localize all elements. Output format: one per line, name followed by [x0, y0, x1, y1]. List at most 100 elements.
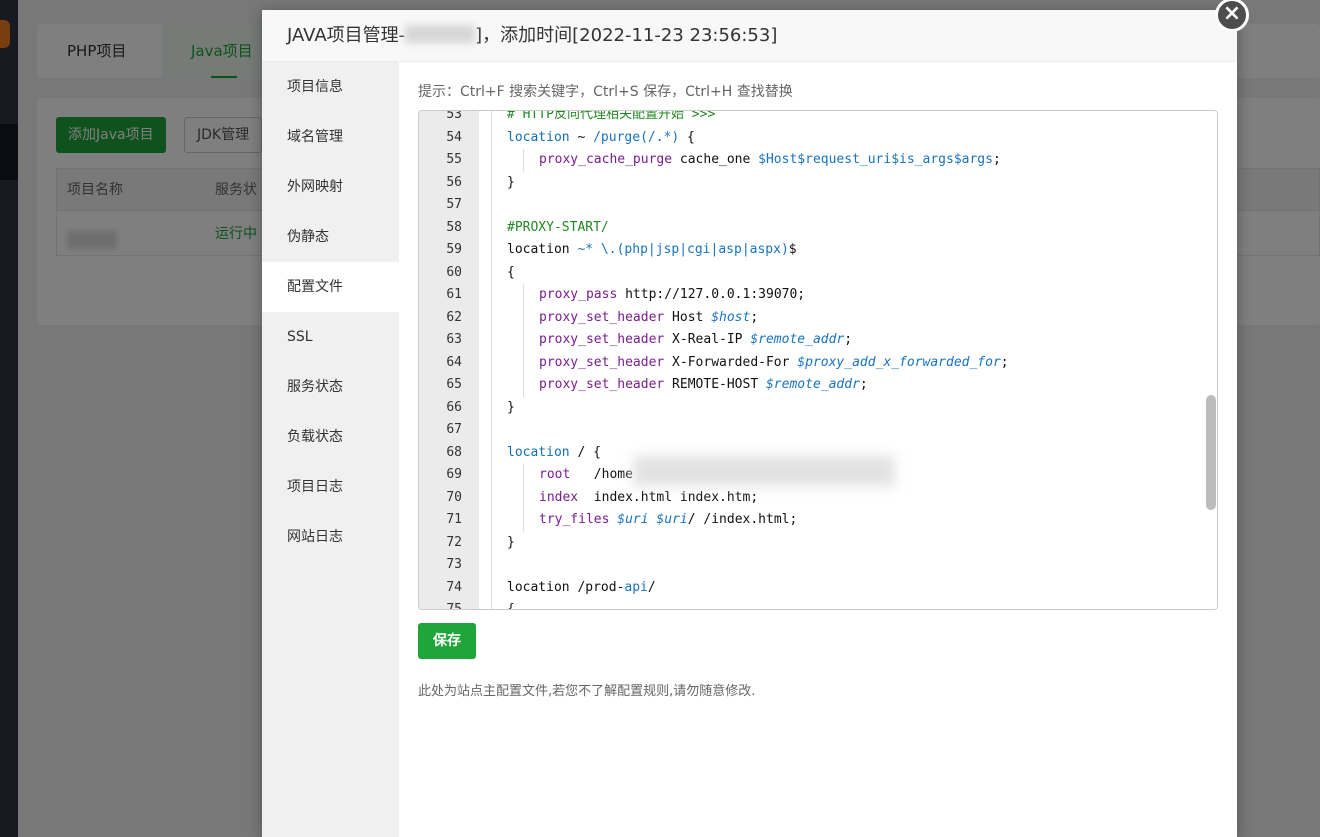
- indent-guide: [491, 126, 492, 149]
- code-line[interactable]: 56}: [419, 171, 1217, 194]
- code-token: # HTTP反向代理相关配置开始 >>>: [507, 110, 716, 122]
- code-line[interactable]: 54 location ~ /purge(/.*) {: [419, 126, 1217, 149]
- code-line[interactable]: 66}: [419, 396, 1217, 420]
- code-token: index.html index.htm;: [578, 489, 759, 505]
- code-line[interactable]: 62 proxy_set_header Host $host;: [419, 306, 1217, 330]
- code-text: index index.html index.htm;: [539, 487, 758, 510]
- code-line[interactable]: 63 proxy_set_header X-Real-IP $remote_add…: [419, 329, 1217, 352]
- code-line[interactable]: 61 proxy_pass http://127.0.0.1:39070;: [419, 284, 1217, 307]
- code-token: ;: [844, 332, 853, 347]
- line-number: 58: [446, 219, 462, 235]
- code-line[interactable]: 60 {: [419, 261, 1217, 285]
- editor-scrollbar[interactable]: [1205, 111, 1217, 609]
- indent-guide: [491, 486, 492, 509]
- nav-config-file[interactable]: 配置文件: [262, 262, 399, 312]
- code-line[interactable]: 72}: [419, 531, 1217, 555]
- code-line[interactable]: 59 location ~* \.(php|jsp|cgi|asp|aspx)$: [419, 239, 1217, 262]
- indent-guide: [491, 374, 492, 397]
- code-text: {: [507, 262, 515, 285]
- code-token: ~* \.(php|jsp|cgi|asp|aspx): [577, 242, 789, 257]
- title-prefix: JAVA项目管理-: [287, 25, 406, 46]
- indent-guide: [491, 419, 492, 442]
- code-text: proxy_set_header X-Forwarded-For $proxy_…: [539, 352, 1009, 375]
- code-token: X-Real-IP: [664, 332, 751, 347]
- code-token: / {: [569, 444, 601, 460]
- project-config-modal: JAVA项目管理-]，添加时间[2022-11-23 23:56:53] × 项…: [262, 0, 1249, 837]
- nav-project-info[interactable]: 项目信息: [262, 62, 399, 112]
- indent-guide: [491, 216, 492, 239]
- line-number: 57: [446, 197, 462, 212]
- code-token: api: [624, 579, 648, 595]
- config-code-editor[interactable]: 53 # HTTP反向代理相关配置开始 >>> 54 location ~ /purg…: [418, 110, 1218, 610]
- title-suffix: ]，添加时间[2022-11-23 23:56:53]: [475, 25, 778, 46]
- code-token: /purge(/.*): [593, 129, 680, 145]
- line-number: 74: [446, 579, 462, 595]
- code-line[interactable]: 58 #PROXY-START/: [419, 216, 1217, 240]
- code-line[interactable]: 65 proxy_set_header REMOTE-HOST $remote_a…: [419, 374, 1217, 397]
- line-number: 72: [446, 534, 462, 550]
- code-text: }: [507, 397, 515, 420]
- code-token: {: [507, 264, 515, 280]
- line-number: 73: [446, 557, 462, 572]
- modal-title: JAVA项目管理- ]，添加时间[2022-11-23 23:56:53]: [287, 10, 777, 62]
- code-token: $proxy_add_x_forwarded_for: [797, 354, 1001, 370]
- nav-domain-manage[interactable]: 域名管理: [262, 112, 399, 162]
- indent-guide: [523, 329, 524, 352]
- code-text: proxy_set_header Host $host;: [539, 307, 758, 330]
- line-number: 75: [446, 602, 462, 610]
- indent-guide: [491, 194, 492, 217]
- nav-ssl[interactable]: SSL: [262, 312, 399, 362]
- code-token: index: [539, 489, 579, 505]
- code-token: $remote_addr: [750, 332, 845, 347]
- code-token: proxy_cache_purge: [539, 152, 673, 167]
- indent-guide: [491, 396, 492, 419]
- code-token: proxy_pass: [539, 287, 618, 302]
- indent-guide: [523, 509, 524, 532]
- indent-guide: [491, 531, 492, 554]
- code-text: proxy_cache_purge cache_one $Host$reques…: [539, 149, 1001, 172]
- modal-nav: 项目信息 域名管理 外网映射 伪静态 配置文件 SSL 服务状态 负载状态 项目…: [262, 62, 399, 837]
- code-line[interactable]: 67: [419, 419, 1217, 442]
- indent-guide: [491, 576, 492, 599]
- code-token: }: [507, 399, 515, 415]
- code-token: }: [507, 534, 515, 550]
- nav-site-log[interactable]: 网站日志: [262, 512, 399, 562]
- code-line[interactable]: 73: [419, 554, 1217, 577]
- nav-external-mapping[interactable]: 外网映射: [262, 162, 399, 212]
- code-text: }: [507, 532, 515, 555]
- code-text: #PROXY-START/: [507, 217, 609, 240]
- code-text: location /prod-api/: [507, 577, 656, 600]
- code-token: ;: [750, 309, 759, 325]
- code-token: / /index.html;: [687, 512, 798, 527]
- line-number: 53: [446, 110, 462, 122]
- code-line[interactable]: 74 location /prod-api/: [419, 576, 1217, 600]
- code-token: X-Forwarded-For: [664, 354, 798, 370]
- line-number: 69: [446, 467, 462, 482]
- code-token: cache_one: [672, 152, 759, 167]
- nav-service-status[interactable]: 服务状态: [262, 362, 399, 412]
- code-line[interactable]: 70 index index.html index.htm;: [419, 486, 1217, 510]
- code-token: $remote_addr: [765, 377, 860, 392]
- indent-guide: [523, 464, 524, 487]
- code-line[interactable]: 75 {: [419, 599, 1217, 610]
- code-line[interactable]: 64 proxy_set_header X-Forwarded-For $prox…: [419, 351, 1217, 375]
- indent-guide: [491, 441, 492, 464]
- code-line[interactable]: 57: [419, 194, 1217, 217]
- code-token: http://127.0.0.1:39070;: [617, 287, 806, 302]
- nav-project-log[interactable]: 项目日志: [262, 462, 399, 512]
- save-button[interactable]: 保存: [418, 623, 476, 659]
- indent-guide: [491, 171, 492, 194]
- line-number: 56: [446, 174, 462, 190]
- nav-rewrite[interactable]: 伪静态: [262, 212, 399, 262]
- code-text: proxy_set_header X-Real-IP $remote_addr;: [539, 329, 852, 352]
- code-token: /home: [570, 467, 633, 482]
- redacted-project-name: [405, 25, 476, 43]
- code-line[interactable]: 55 proxy_cache_purge cache_one $Host$requ…: [419, 149, 1217, 172]
- indent-guide: [491, 284, 492, 307]
- indent-guide: [523, 351, 524, 374]
- code-line[interactable]: 71 try_files $uri $uri/ /index.html;: [419, 509, 1217, 532]
- nav-load-status[interactable]: 负载状态: [262, 412, 399, 462]
- scrollbar-thumb[interactable]: [1206, 395, 1216, 510]
- code-lines[interactable]: 53 # HTTP反向代理相关配置开始 >>> 54 location ~ /purg…: [419, 110, 1217, 610]
- code-line[interactable]: 53 # HTTP反向代理相关配置开始 >>>: [419, 110, 1217, 127]
